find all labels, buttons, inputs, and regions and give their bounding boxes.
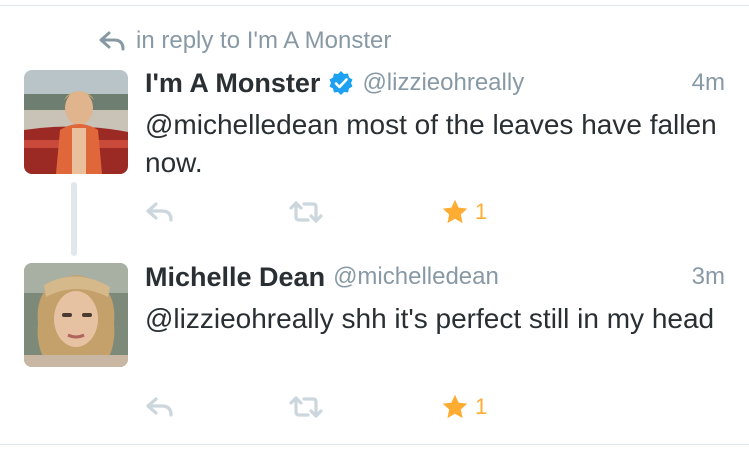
timestamp[interactable]: 4m [692,69,725,97]
verified-icon [329,71,353,95]
reply-icon [146,202,173,222]
favorite-star-icon [442,199,468,224]
tweet-header: Michelle Dean @michelledean 3m [145,260,725,294]
tweet-text: @lizzieohreally shh it's perfect still i… [145,303,715,334]
avatar[interactable] [24,70,128,174]
reply-button[interactable] [145,201,175,223]
tweet-text: @michelledean most of the leaves have fa… [145,109,717,178]
retweet-button[interactable] [288,200,324,224]
top-divider [0,5,749,6]
timestamp[interactable]: 3m [692,263,725,291]
favorite-button[interactable]: 1 [441,198,487,226]
favorite-button[interactable]: 1 [441,393,487,421]
favorite-count: 1 [475,199,488,224]
reply-button[interactable] [145,396,175,418]
avatar-image-woman-portrait [24,263,128,367]
retweet-icon [289,396,323,418]
reply-icon [99,31,125,51]
tweet-header: I'm A Monster @lizzieohreally 4m [145,66,725,100]
tweet: I'm A Monster @lizzieohreally 4m @michel… [145,66,725,182]
tweet: Michelle Dean @michelledean 3m @lizzieoh… [145,260,725,338]
username-handle[interactable]: @lizzieohreally [362,69,524,97]
avatar-image-child-in-boat [24,70,128,174]
avatar[interactable] [24,263,128,367]
bottom-divider [0,444,749,445]
retweet-button[interactable] [288,395,324,419]
display-name[interactable]: I'm A Monster [145,68,320,99]
display-name[interactable]: Michelle Dean [145,262,325,293]
reply-icon [146,397,173,417]
username-handle[interactable]: @michelledean [333,263,499,291]
favorite-count: 1 [475,394,488,419]
favorite-star-icon [442,394,468,419]
retweet-icon [289,201,323,223]
reply-context-text: in reply to I'm A Monster [136,27,392,54]
thread-connector-line [71,182,77,256]
reply-context[interactable]: in reply to I'm A Monster [98,26,391,56]
